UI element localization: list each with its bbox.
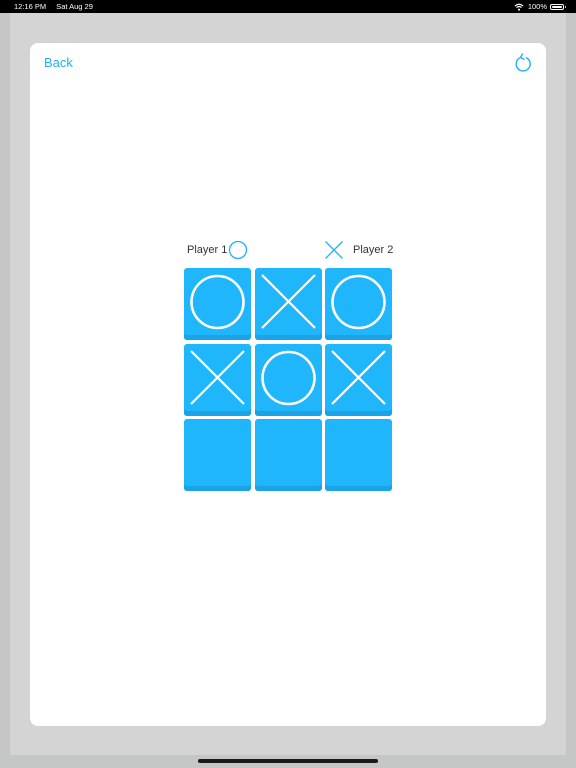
- board-cell[interactable]: [184, 268, 251, 340]
- o-mark-icon: [190, 274, 245, 330]
- board-cell[interactable]: [325, 419, 392, 491]
- board-cell[interactable]: [184, 419, 251, 491]
- x-mark-icon: [261, 274, 316, 329]
- game-board: [184, 268, 392, 491]
- player-2-x-icon: [325, 241, 343, 259]
- wifi-icon: [514, 3, 524, 11]
- back-button[interactable]: Back: [44, 55, 73, 70]
- refresh-button[interactable]: [511, 51, 535, 75]
- home-indicator: [198, 759, 378, 763]
- board-cell[interactable]: [184, 344, 251, 416]
- status-time: 12:16 PM: [14, 2, 47, 11]
- battery-icon: [550, 3, 566, 10]
- x-mark-icon: [331, 350, 386, 405]
- board-cell[interactable]: [325, 344, 392, 416]
- o-mark-icon: [331, 274, 386, 330]
- battery-percent: 100%: [527, 2, 547, 11]
- board-cell[interactable]: [255, 268, 322, 340]
- board-cell[interactable]: [325, 268, 392, 340]
- board-cell[interactable]: [255, 419, 322, 491]
- status-bar: 12:16 PM Sat Aug 29 100%: [0, 0, 576, 13]
- player-2-label: Player 2: [353, 244, 394, 256]
- x-mark-icon: [190, 350, 245, 405]
- refresh-icon: [515, 53, 531, 72]
- board-cell[interactable]: [255, 344, 322, 416]
- player-1-o-icon: [228, 240, 248, 260]
- status-date: Sat Aug 29: [56, 2, 93, 11]
- player-1-label: Player 1: [187, 244, 228, 256]
- o-mark-icon: [261, 350, 316, 406]
